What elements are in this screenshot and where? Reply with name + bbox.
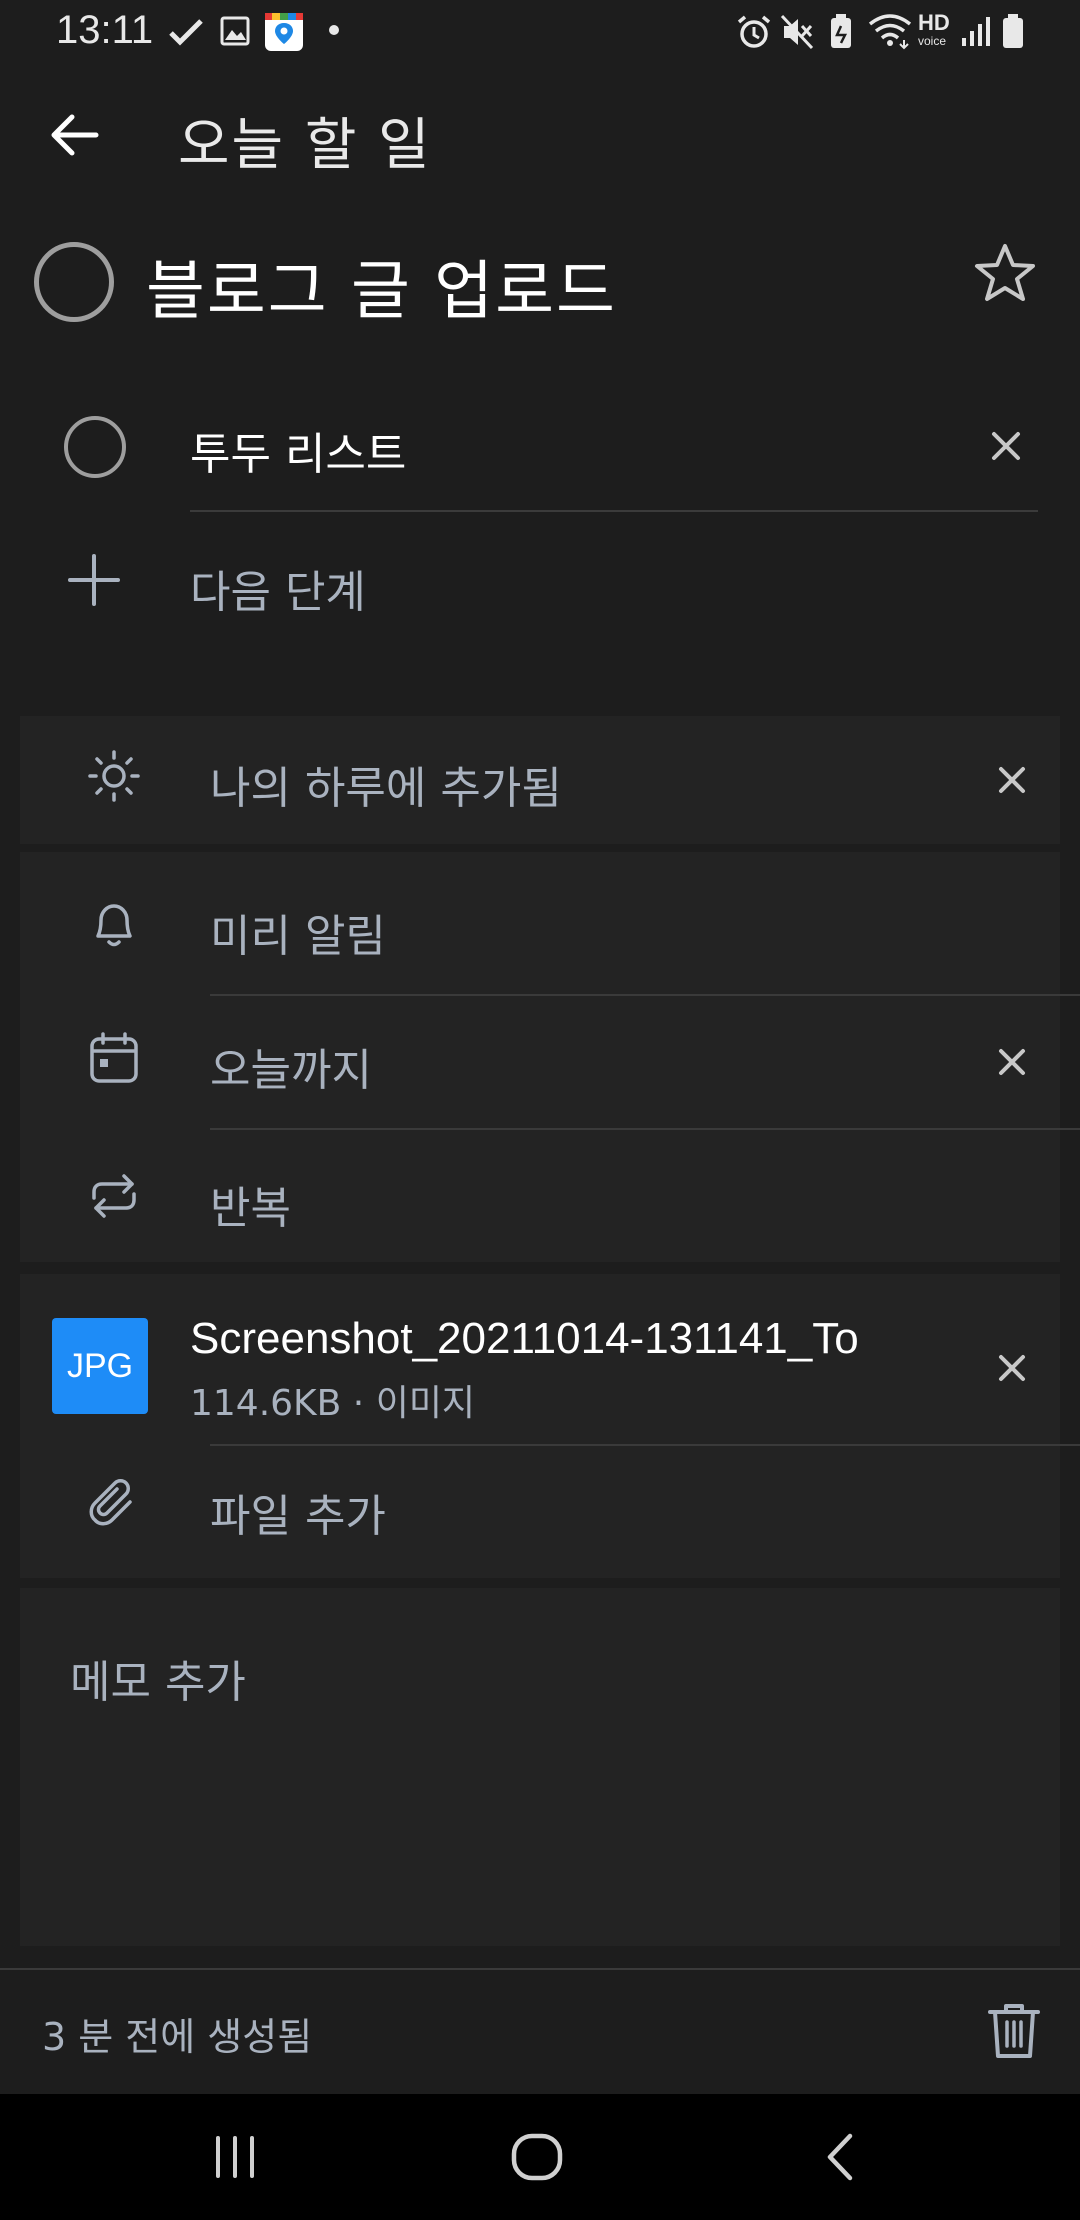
back-button[interactable] [40,100,110,170]
image-icon [220,16,250,46]
close-icon [999,767,1025,793]
repeat-row[interactable]: 반복 [20,1130,1060,1262]
home-button[interactable] [510,2130,564,2184]
reminder-label: 미리 알림 [210,911,386,962]
remove-step-button[interactable] [988,428,1024,464]
remove-my-day-button[interactable] [996,764,1028,796]
alarm-icon [737,15,771,48]
hd-voice-icon: HD voice [918,12,958,52]
file-meta: 114.6KB · 이미지 [190,1383,476,1424]
file-name: Screenshot_20211014-131141_To [190,1314,859,1363]
task-complete-checkbox[interactable] [34,242,114,322]
signal-icon [962,17,990,46]
note-input[interactable]: 메모 추가 [70,1646,246,1710]
jpg-file-icon: JPG [52,1318,148,1414]
system-back-button[interactable] [820,2130,860,2184]
recents-button[interactable] [210,2132,260,2182]
delete-task-button[interactable] [986,2000,1042,2062]
arrow-left-icon [51,114,99,156]
bell-icon [86,896,142,952]
status-bar: 13:11 HD voice [0,0,1080,64]
page-title: 오늘 할 일 [178,113,432,178]
repeat-label: 반복 [210,1183,291,1234]
map-pin-app-icon [265,13,303,51]
remove-due-date-button[interactable] [996,1046,1028,1078]
close-icon [999,1049,1025,1075]
trash-icon [988,2004,1040,2058]
step-label[interactable]: 투두 리스트 [190,418,406,482]
add-file-label: 파일 추가 [210,1491,386,1542]
remove-file-button[interactable] [996,1352,1028,1384]
divider [0,1968,1080,1970]
options-card: 미리 알림 오늘까지 반복 [20,852,1080,1262]
battery-saver-icon [831,14,851,48]
battery-icon [1003,14,1023,48]
my-day-card[interactable]: 나의 하루에 추가됨 [20,716,1060,844]
close-icon [992,432,1020,460]
dot-icon [329,25,339,35]
status-time: 13:11 [56,8,154,52]
check-icon [169,19,203,46]
divider [190,510,1038,512]
plus-icon [68,554,120,606]
created-timestamp: 3 분 전에 생성됨 [42,2015,313,2059]
mute-icon [780,14,814,50]
task-title[interactable]: 블로그 글 업로드 [146,240,617,332]
calendar-icon [86,1030,142,1086]
due-date-row[interactable]: 오늘까지 [20,996,1060,1128]
sun-icon [86,748,142,804]
chevron-left-icon [827,2133,853,2181]
repeat-icon [86,1168,142,1224]
due-date-label: 오늘까지 [210,1045,372,1096]
add-file-row[interactable]: 파일 추가 [20,1446,1060,1578]
importance-button[interactable] [972,242,1038,304]
paperclip-icon [86,1476,142,1532]
close-icon [999,1355,1025,1381]
home-icon [511,2133,563,2181]
reminder-row[interactable]: 미리 알림 [20,852,1060,986]
hd-label: HD [918,10,950,35]
recents-icon [216,2136,254,2178]
add-step-label[interactable]: 다음 단계 [190,556,366,620]
my-day-label: 나의 하루에 추가됨 [210,763,562,814]
note-card[interactable] [20,1588,1060,1946]
voice-label: voice [918,34,947,48]
add-step-button[interactable] [66,552,122,608]
step-checkbox[interactable] [64,416,126,478]
wifi-icon [868,14,912,50]
star-icon [975,244,1035,301]
